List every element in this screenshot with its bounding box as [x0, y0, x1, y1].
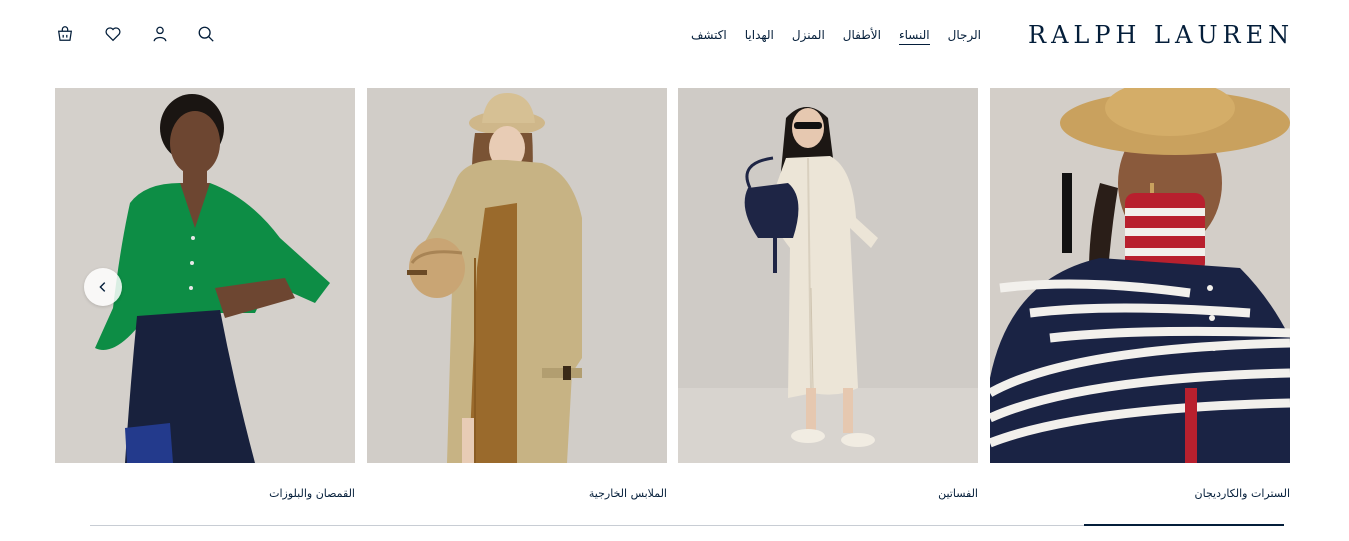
- shopping-bag-icon[interactable]: [53, 22, 77, 46]
- caption-shirts[interactable]: القمصان والبلوزات: [200, 487, 355, 505]
- wishlist-heart-icon[interactable]: [101, 22, 125, 46]
- caption-outerwear[interactable]: الملابس الخارجية: [510, 487, 667, 505]
- model-striped-sweater-image: [990, 88, 1290, 463]
- nav-item-discover[interactable]: اكتشف: [682, 23, 736, 47]
- carousel-progress-thumb[interactable]: [1084, 524, 1284, 526]
- carousel-tile-sweaters[interactable]: [990, 88, 1290, 463]
- nav-item-men[interactable]: الرجال: [939, 23, 990, 47]
- ralph-lauren-logo[interactable]: RALPH LAUREN: [1028, 20, 1294, 50]
- chevron-left-icon: [99, 282, 106, 292]
- nav-item-gifts[interactable]: الهدايا: [736, 23, 783, 47]
- header-icons: [52, 22, 222, 46]
- carousel-prev-button[interactable]: [84, 268, 122, 306]
- main-nav: الرجال النساء الأطفال المنزل الهدايا اكت…: [660, 22, 990, 48]
- nav-item-women[interactable]: النساء: [890, 23, 939, 47]
- nav-item-kids[interactable]: الأطفال: [834, 23, 890, 47]
- site-header: RALPH LAUREN الرجال النساء الأطفال المنز…: [0, 0, 1349, 70]
- search-icon[interactable]: [194, 22, 218, 46]
- nav-item-home[interactable]: المنزل: [783, 23, 834, 47]
- carousel-tile-dresses[interactable]: [678, 88, 978, 463]
- account-icon[interactable]: [148, 22, 172, 46]
- caption-dresses[interactable]: الفساتين: [820, 487, 978, 505]
- model-cream-dress-image: [678, 88, 978, 463]
- category-carousel: [55, 88, 1290, 463]
- caption-sweaters[interactable]: السترات والكارديجان: [1120, 487, 1290, 505]
- carousel-tile-outerwear[interactable]: [367, 88, 667, 463]
- model-trench-coat-image: [367, 88, 667, 463]
